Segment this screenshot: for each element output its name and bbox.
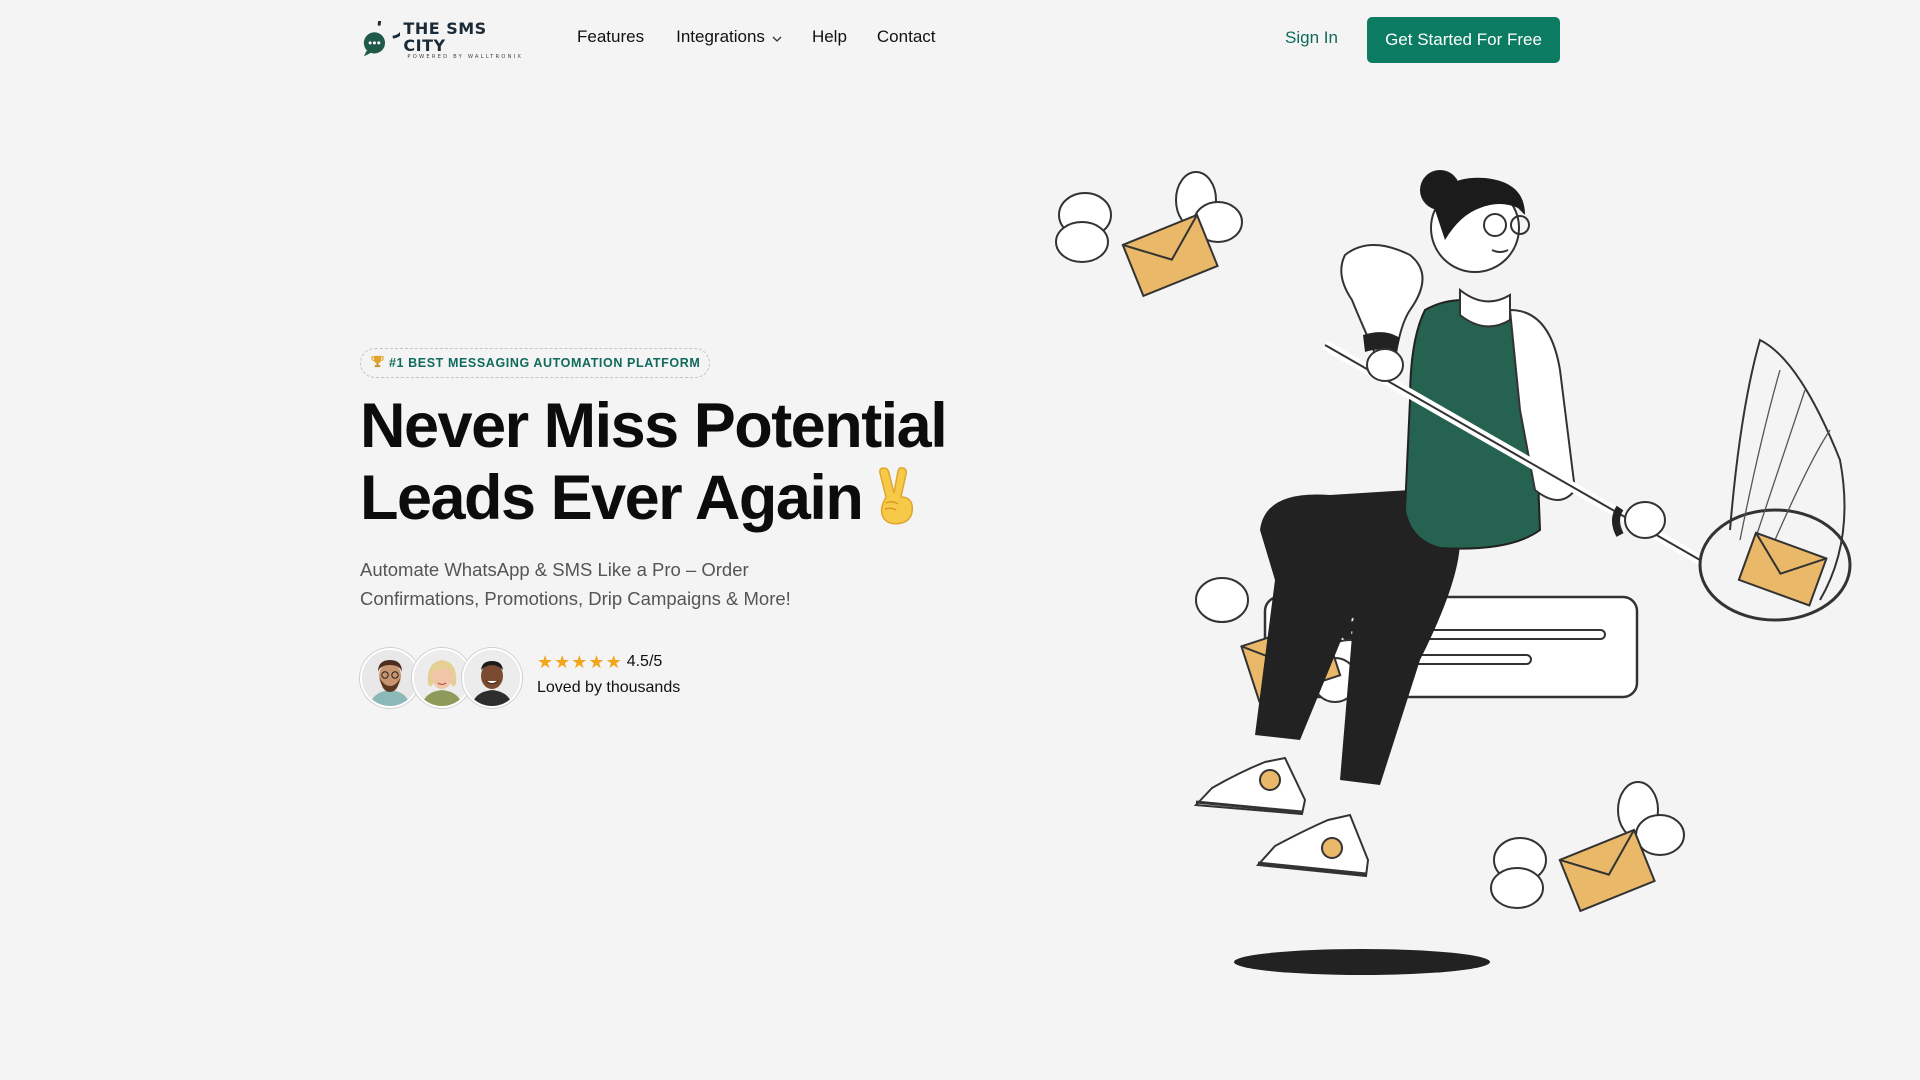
- headline-line-2: Leads Ever Again: [360, 463, 864, 533]
- nav-features[interactable]: Features: [577, 27, 644, 47]
- rating-caption: Loved by thousands: [537, 679, 681, 696]
- avatar-man-smiling: [462, 648, 522, 708]
- nav-integrations[interactable]: Integrations: [676, 27, 782, 47]
- nav-help-label: Help: [811, 27, 847, 46]
- nav-integrations-label: Integrations: [676, 27, 765, 46]
- rating-score: 4.5/5: [626, 653, 663, 670]
- avatar-stack: [360, 648, 525, 708]
- trophy-icon: [371, 355, 384, 371]
- woman-catching-envelopes-illustration: 1: [1040, 160, 1880, 1000]
- star-icon: ★: [571, 652, 588, 672]
- star-icon: ★: [537, 652, 554, 672]
- sign-in-link[interactable]: Sign In: [1285, 28, 1338, 48]
- headline-line-1: Never Miss Potential: [360, 391, 948, 461]
- site-header: THE SMS CITY POWERED BY WALLTRONIX Featu…: [0, 0, 1920, 80]
- get-started-button[interactable]: Get Started For Free: [1367, 17, 1560, 63]
- nav-contact[interactable]: Contact: [877, 27, 936, 47]
- hero-headline: Never Miss Potential Leads Ever Again: [360, 390, 980, 540]
- chat-bubble-logo-icon: [363, 21, 401, 57]
- star-icon: ★: [605, 652, 622, 672]
- star-icon: ★: [554, 652, 571, 672]
- nav-help[interactable]: Help: [812, 27, 847, 47]
- star-rating: ★ ★ ★ ★ ★ 4.5/5: [537, 653, 680, 671]
- chevron-down-icon: [772, 27, 782, 47]
- victory-hand-icon: [872, 467, 918, 540]
- avatar-man-beard: [360, 648, 420, 708]
- flying-envelope-icon: [1055, 171, 1243, 298]
- flying-envelope-icon: [1490, 781, 1685, 913]
- star-icon: ★: [588, 652, 605, 672]
- rating-block: ★ ★ ★ ★ ★ 4.5/5 Loved by thousands: [537, 653, 680, 697]
- main-nav: Features Integrations Help Contact: [577, 27, 936, 47]
- hero-subtext: Automate WhatsApp & SMS Like a Pro – Ord…: [360, 559, 791, 609]
- brand-tagline: POWERED BY WALLTRONIX: [407, 53, 524, 60]
- platform-badge: #1 BEST MESSAGING AUTOMATION PLATFORM: [360, 348, 710, 378]
- brand-logo[interactable]: THE SMS CITY POWERED BY WALLTRONIX: [360, 20, 530, 60]
- nav-contact-label: Contact: [876, 27, 936, 46]
- nav-features-label: Features: [577, 27, 645, 46]
- brand-name: THE SMS CITY: [403, 18, 487, 55]
- badge-text: #1 BEST MESSAGING AUTOMATION PLATFORM: [389, 356, 701, 370]
